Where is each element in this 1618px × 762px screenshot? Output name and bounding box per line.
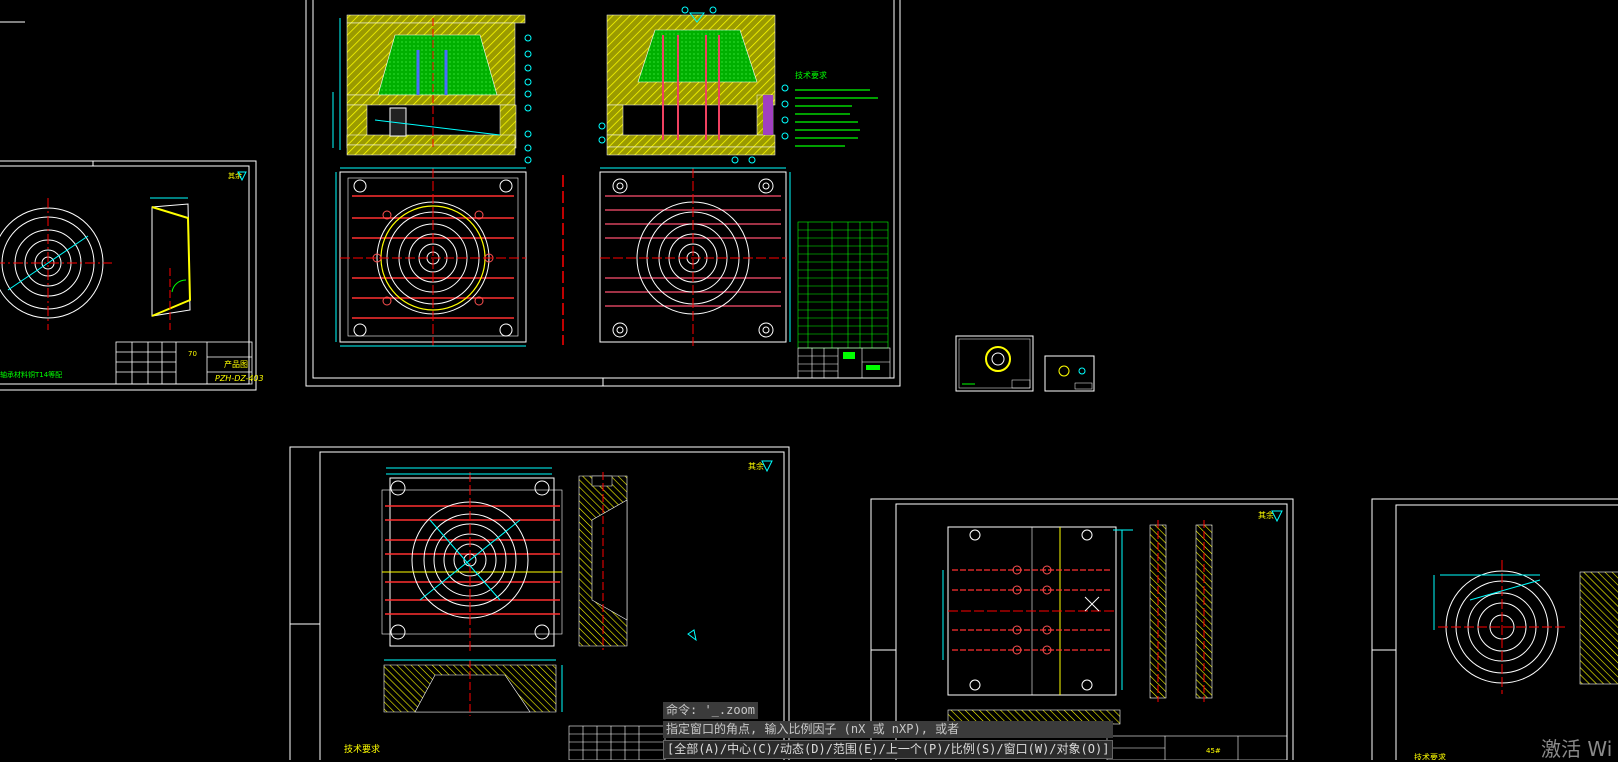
main-tech-title: 技术要求 [795, 70, 827, 80]
command-line-area[interactable]: 命令: '_.zoom 指定窗口的角点, 输入比例因子 (nX 或 nXP), … [663, 699, 1114, 761]
thumbnail-drawing-1[interactable] [955, 335, 1034, 392]
left-sheet-title-code: PZH-DZ-403 [215, 374, 264, 383]
svg-text:70: 70 [188, 350, 197, 358]
plan-view-moving-plate [335, 167, 527, 347]
left-sheet-product-label: 产品图 [224, 359, 248, 369]
bill-of-materials-table [797, 221, 889, 349]
right-tech-title: 技术要求 [1414, 752, 1446, 760]
sheet-left-part-drawing[interactable]: 其余 70 产品图 PZH-DZ-403 轴承材料铜T14等配 [0, 160, 264, 391]
plan-view-fixed-plate [599, 167, 791, 346]
zoom-options-line[interactable]: [全部(A)/中心(C)/动态(D)/范围(E)/上一个(P)/比例(S)/窗口… [663, 740, 1114, 759]
sheet-main-assembly[interactable]: 技术要求 [305, 0, 901, 387]
section-view-fixed-half [598, 6, 789, 164]
svg-text:其余: 其余 [1258, 510, 1274, 520]
left-sheet-note: 轴承材料铜T14等配 [0, 370, 62, 379]
thumbnail-drawing-2[interactable] [1044, 355, 1095, 392]
activate-windows-watermark: 激活 Wi [1541, 737, 1613, 761]
drawing-canvas[interactable]: 其余 70 产品图 PZH-DZ-403 轴承材料铜T14等配 技术要求 其余 … [0, 0, 1618, 760]
section-view-moving-half [332, 14, 532, 164]
sheet-bottom-right-drawing[interactable]: 技术要求 [1371, 498, 1618, 760]
bottom-tech-title: 技术要求 [344, 743, 380, 755]
svg-text:其余: 其余 [748, 461, 764, 471]
command-prompt-line: 指定窗口的角点, 输入比例因子 (nX 或 nXP), 或者 [663, 721, 1114, 738]
tech-notes-lines [795, 89, 878, 147]
command-history-line-1: 命令: '_.zoom [663, 702, 759, 719]
svg-text:45#: 45# [1206, 747, 1221, 755]
